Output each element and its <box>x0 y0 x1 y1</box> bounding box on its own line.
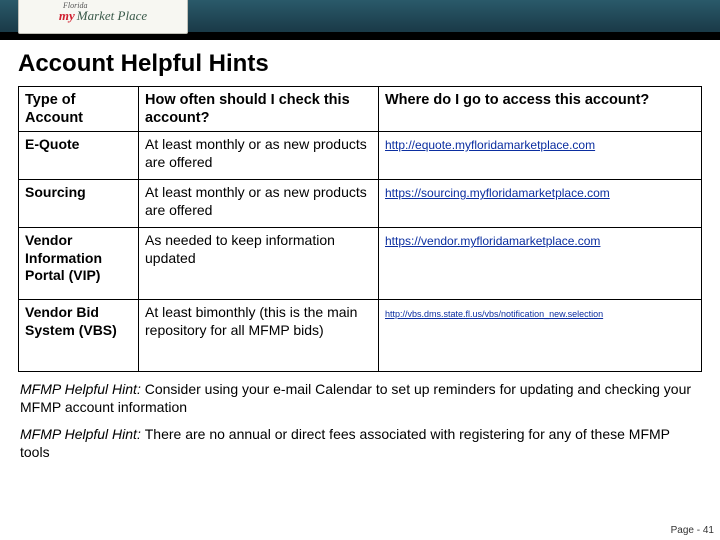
hint-lead: MFMP Helpful Hint: <box>20 426 145 442</box>
table-row: Sourcing At least monthly or as new prod… <box>19 180 702 228</box>
cell-type: Vendor Bid System (VBS) <box>19 300 139 372</box>
hint-1: MFMP Helpful Hint: Consider using your e… <box>20 380 700 416</box>
account-link[interactable]: https://vendor.myfloridamarketplace.com <box>385 234 600 248</box>
cell-freq: At least bimonthly (this is the main rep… <box>139 300 379 372</box>
logo-florida: Florida <box>63 1 87 10</box>
account-link[interactable]: https://sourcing.myfloridamarketplace.co… <box>385 186 610 200</box>
cell-url: https://vendor.myfloridamarketplace.com <box>379 228 702 300</box>
logo-my: my <box>59 8 75 24</box>
header-bar: my Florida Market Place <box>0 0 720 40</box>
table-row: Vendor Information Portal (VIP) As neede… <box>19 228 702 300</box>
hint-lead: MFMP Helpful Hint: <box>20 381 145 397</box>
page-title: Account Helpful Hints <box>18 50 702 78</box>
cell-url: http://equote.myfloridamarketplace.com <box>379 132 702 180</box>
hint-2: MFMP Helpful Hint: There are no annual o… <box>20 425 700 461</box>
account-link[interactable]: http://equote.myfloridamarketplace.com <box>385 138 595 152</box>
logo-rest: Market Place <box>77 8 147 24</box>
accounts-table: Type of Account How often should I check… <box>18 86 702 372</box>
account-link[interactable]: http://vbs.dms.state.fl.us/vbs/notificat… <box>385 309 603 319</box>
col-freq: How often should I check this account? <box>139 87 379 132</box>
cell-type: Sourcing <box>19 180 139 228</box>
cell-type: Vendor Information Portal (VIP) <box>19 228 139 300</box>
cell-freq: At least monthly or as new products are … <box>139 180 379 228</box>
cell-freq: At least monthly or as new products are … <box>139 132 379 180</box>
cell-url: https://sourcing.myfloridamarketplace.co… <box>379 180 702 228</box>
table-header-row: Type of Account How often should I check… <box>19 87 702 132</box>
page-number: Page - 41 <box>671 525 714 536</box>
logo: my Florida Market Place <box>18 0 188 34</box>
table-row: E-Quote At least monthly or as new produ… <box>19 132 702 180</box>
cell-type: E-Quote <box>19 132 139 180</box>
table-row: Vendor Bid System (VBS) At least bimonth… <box>19 300 702 372</box>
cell-url: http://vbs.dms.state.fl.us/vbs/notificat… <box>379 300 702 372</box>
cell-freq: As needed to keep information updated <box>139 228 379 300</box>
col-type: Type of Account <box>19 87 139 132</box>
col-where: Where do I go to access this account? <box>379 87 702 132</box>
page-body: Account Helpful Hints Type of Account Ho… <box>0 40 720 461</box>
